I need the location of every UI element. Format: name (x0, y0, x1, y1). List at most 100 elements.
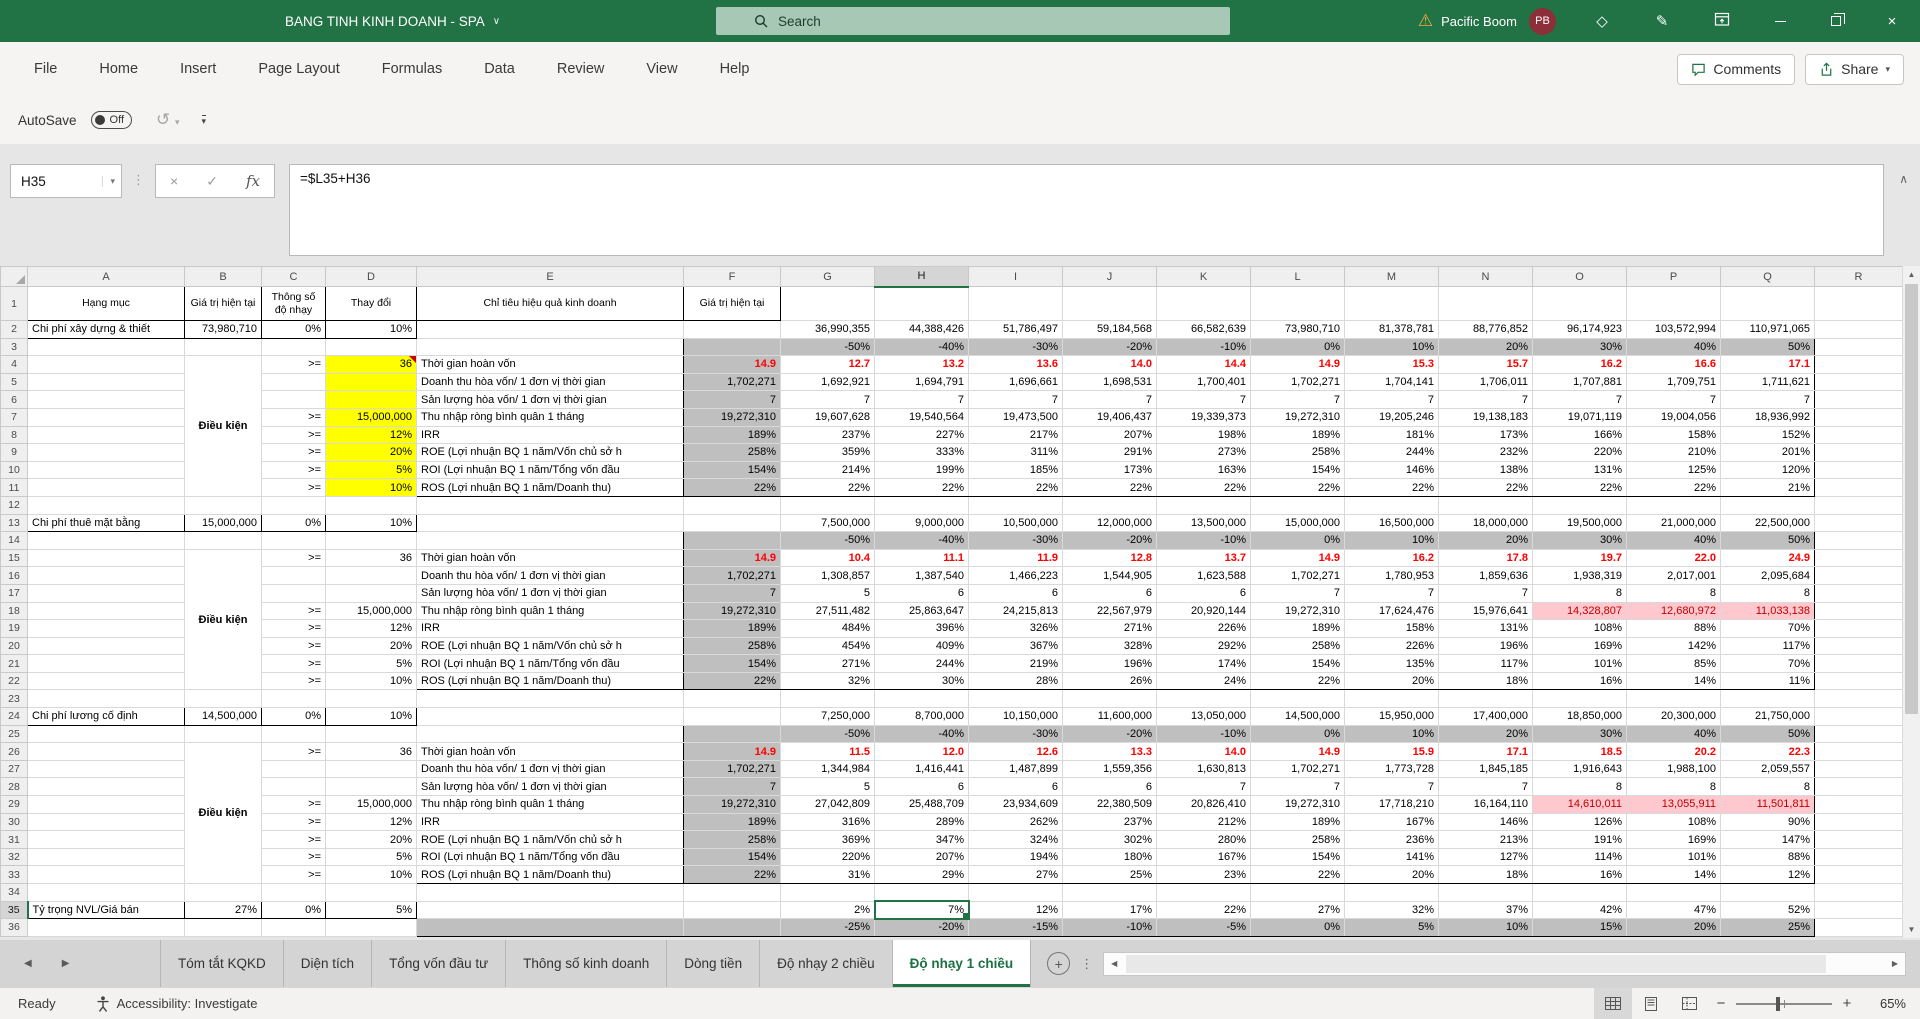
cell-D36[interactable] (325, 918, 417, 937)
cell-M34[interactable] (1344, 883, 1439, 902)
insert-function-icon[interactable]: fx (246, 172, 260, 190)
cell-M36[interactable]: 5% (1344, 918, 1439, 937)
cell-E35[interactable] (416, 901, 684, 920)
cell-F4[interactable]: 14.9 (683, 355, 781, 374)
cell-H29[interactable]: 25,488,709 (874, 795, 969, 814)
cell-D28[interactable] (325, 777, 417, 797)
cell-N31[interactable]: 213% (1438, 830, 1533, 849)
cell-C9[interactable]: >= (261, 443, 326, 462)
cell-E6[interactable]: Sản lượng hòa vốn/ 1 đơn vị thời gian (416, 390, 684, 409)
row-header-34[interactable]: 34 (0, 883, 28, 902)
cell-F3[interactable] (683, 337, 781, 357)
cell-H9[interactable]: 333% (874, 443, 969, 462)
cell-C29[interactable]: >= (261, 795, 326, 814)
cell-O25[interactable]: 30% (1532, 724, 1627, 744)
cell-G19[interactable]: 484% (780, 619, 875, 638)
cell-O28[interactable]: 8 (1532, 777, 1627, 797)
cell-A30[interactable] (27, 813, 185, 832)
cell-L29[interactable]: 19,272,310 (1250, 795, 1345, 814)
cell-H18[interactable]: 25,863,647 (874, 602, 969, 621)
cell-E21[interactable]: ROI (Lợi nhuận BQ 1 năm/Tổng vốn đầu (416, 654, 684, 673)
cell-B15[interactable]: Điều kiện (184, 549, 262, 691)
cell-A28[interactable] (27, 777, 185, 797)
cell-H11[interactable]: 22% (874, 478, 969, 497)
cell-J17[interactable]: 6 (1062, 584, 1157, 603)
cell-L12[interactable] (1250, 496, 1345, 515)
cell-L16[interactable]: 1,702,271 (1250, 566, 1345, 585)
cell-C25[interactable] (261, 725, 326, 744)
cell-P16[interactable]: 2,017,001 (1626, 566, 1721, 585)
horizontal-scrollbar-thumb[interactable] (1126, 954, 1827, 973)
cell-F5[interactable]: 1,702,271 (683, 373, 781, 392)
cell-G23[interactable] (780, 689, 875, 709)
row-header-4[interactable]: 4 (0, 355, 28, 374)
cell-C2[interactable]: 0% (261, 320, 326, 339)
cell-Q27[interactable]: 2,059,557 (1720, 760, 1815, 779)
cell-O15[interactable]: 19.7 (1532, 549, 1627, 568)
cell-R12[interactable] (1814, 496, 1903, 515)
row-header-29[interactable]: 29 (0, 795, 28, 814)
cell-F9[interactable]: 258% (683, 443, 781, 462)
cell-I8[interactable]: 217% (968, 426, 1063, 445)
cell-I33[interactable]: 27% (968, 865, 1063, 884)
cell-F22[interactable]: 22% (683, 672, 781, 691)
cell-R11[interactable] (1814, 478, 1903, 497)
name-box-dropdown-icon[interactable]: ▾ (102, 175, 115, 187)
row-header-33[interactable]: 33 (0, 865, 28, 884)
column-header-L[interactable]: L (1250, 266, 1345, 287)
scroll-down-icon[interactable]: ▼ (1903, 925, 1920, 934)
zoom-level[interactable]: 65% (1860, 996, 1906, 1011)
cell-A35[interactable]: Tỷ trọng NVL/Giá bán (27, 900, 185, 920)
row-header-31[interactable]: 31 (0, 830, 28, 849)
cell-C21[interactable]: >= (261, 654, 326, 673)
sheet-tab-options-icon[interactable]: ⋮ (1080, 956, 1093, 972)
cell-N34[interactable] (1438, 883, 1533, 902)
cell-N15[interactable]: 17.8 (1438, 549, 1533, 568)
cell-N30[interactable]: 146% (1438, 813, 1533, 832)
cell-C18[interactable]: >= (261, 602, 326, 621)
cell-F23[interactable] (683, 689, 781, 709)
column-header-M[interactable]: M (1344, 266, 1439, 287)
tab-insert[interactable]: Insert (180, 61, 216, 77)
cell-D26[interactable]: 36 (325, 742, 417, 761)
cell-Q6[interactable]: 7 (1720, 390, 1815, 409)
row-header-30[interactable]: 30 (0, 812, 28, 832)
cell-D11[interactable]: 10% (325, 478, 417, 497)
cell-E5[interactable]: Doanh thu hòa vốn/ 1 đơn vị thời gian (416, 373, 684, 392)
cell-K16[interactable]: 1,623,588 (1156, 566, 1251, 585)
cell-E20[interactable]: ROE (Lợi nhuận BQ 1 năm/Vốn chủ sở h (416, 637, 684, 656)
cell-A9[interactable] (27, 443, 185, 462)
row-header-11[interactable]: 11 (0, 478, 28, 497)
cell-E1[interactable]: Chỉ tiêu hiệu quả kinh doanh (416, 286, 684, 321)
cell-F25[interactable] (683, 724, 781, 744)
tab-formulas[interactable]: Formulas (382, 61, 442, 77)
cell-J27[interactable]: 1,559,356 (1062, 760, 1157, 779)
column-header-J[interactable]: J (1062, 266, 1157, 287)
cell-I32[interactable]: 194% (968, 848, 1063, 867)
cell-L17[interactable]: 7 (1250, 584, 1345, 603)
cell-C23[interactable] (261, 689, 326, 709)
cell-M17[interactable]: 7 (1344, 584, 1439, 603)
cell-A4[interactable] (27, 355, 185, 374)
cell-C26[interactable]: >= (261, 742, 326, 761)
cell-N5[interactable]: 1,706,011 (1438, 373, 1533, 392)
cell-K25[interactable]: -10% (1156, 724, 1251, 744)
cell-M9[interactable]: 244% (1344, 443, 1439, 462)
row-header-25[interactable]: 25 (0, 724, 28, 744)
cell-N6[interactable]: 7 (1438, 390, 1533, 409)
cell-I16[interactable]: 1,466,223 (968, 566, 1063, 585)
cell-E4[interactable]: Thời gian hoàn vốn (416, 355, 684, 374)
share-button[interactable]: Share ▾ (1805, 53, 1904, 85)
cell-G20[interactable]: 454% (780, 637, 875, 656)
cell-C19[interactable]: >= (261, 619, 326, 638)
name-box[interactable]: H35 ▾ (10, 164, 122, 198)
cell-A16[interactable] (27, 566, 185, 585)
cell-G10[interactable]: 214% (780, 461, 875, 480)
cell-L23[interactable] (1250, 689, 1345, 709)
cell-K14[interactable]: -10% (1156, 531, 1251, 550)
cell-Q13[interactable]: 22,500,000 (1720, 514, 1815, 533)
cell-J1[interactable] (1062, 286, 1157, 321)
cell-D21[interactable]: 5% (325, 654, 417, 673)
cell-F2[interactable] (683, 320, 781, 339)
premium-diamond-icon[interactable]: ◇ (1572, 12, 1632, 30)
